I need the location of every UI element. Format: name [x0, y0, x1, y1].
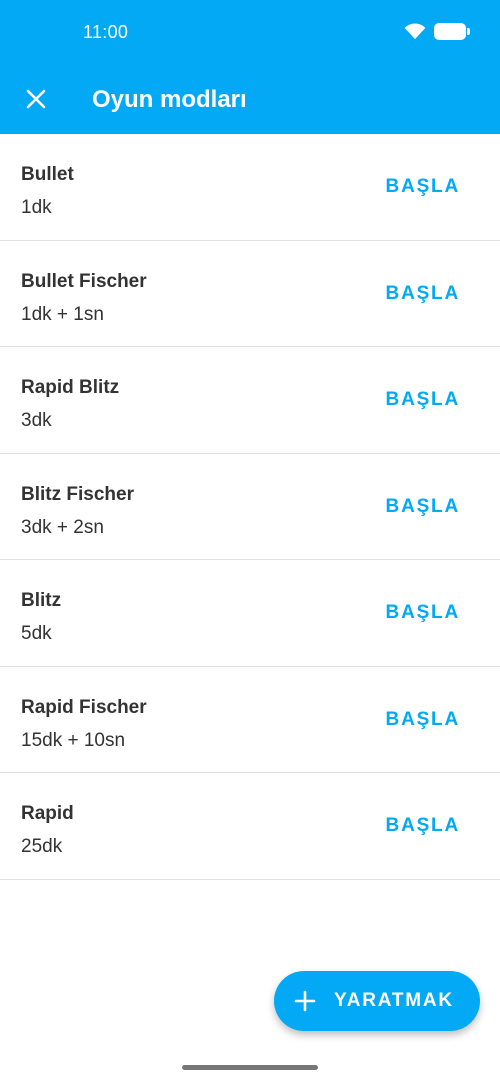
wifi-icon — [404, 23, 426, 40]
game-mode-row: Bullet Fischer 1dk + 1sn BAŞLA — [0, 241, 500, 347]
start-button[interactable]: BAŞLA — [386, 176, 460, 198]
create-button-label: YARATMAK — [334, 990, 454, 1011]
plus-icon — [294, 990, 316, 1012]
start-button[interactable]: BAŞLA — [386, 602, 460, 624]
page-title: Oyun modları — [92, 86, 247, 113]
status-icons — [404, 22, 470, 40]
start-button[interactable]: BAŞLA — [386, 496, 460, 518]
app-bar: 11:00 Oyun modları — [0, 0, 500, 134]
game-mode-row: Bullet 1dk BAŞLA — [0, 134, 500, 241]
game-mode-time: 15dk + 10sn — [21, 729, 126, 751]
game-mode-time: 1dk — [21, 197, 52, 218]
game-mode-row: Rapid Fischer 15dk + 10sn BAŞLA — [0, 667, 500, 773]
start-button[interactable]: BAŞLA — [386, 283, 460, 305]
game-mode-list: Bullet 1dk BAŞLA Bullet Fischer 1dk + 1s… — [0, 134, 500, 880]
game-mode-time: 5dk — [21, 623, 52, 644]
game-mode-time: 3dk + 2sn — [21, 516, 104, 538]
start-button[interactable]: BAŞLA — [386, 709, 460, 731]
status-time: 11:00 — [83, 22, 129, 42]
game-mode-name: Bullet — [21, 164, 74, 185]
game-mode-name: Blitz Fischer — [21, 483, 134, 505]
home-indicator[interactable] — [182, 1065, 318, 1070]
game-mode-row: Blitz Fischer 3dk + 2sn BAŞLA — [0, 454, 500, 560]
game-mode-name: Bullet Fischer — [21, 270, 147, 292]
game-mode-name: Rapid Blitz — [21, 377, 120, 398]
start-button[interactable]: BAŞLA — [386, 815, 460, 837]
game-mode-time: 3dk — [21, 410, 52, 431]
game-mode-name: Rapid Fischer — [21, 696, 147, 718]
create-button[interactable]: YARATMAK — [274, 971, 480, 1031]
game-mode-row: Rapid Blitz 3dk BAŞLA — [0, 347, 500, 454]
close-icon[interactable] — [22, 85, 50, 113]
game-mode-name: Rapid — [21, 803, 74, 824]
game-mode-time: 1dk + 1sn — [21, 303, 104, 325]
game-mode-row: Blitz 5dk BAŞLA — [0, 560, 500, 667]
start-button[interactable]: BAŞLA — [386, 389, 460, 411]
game-mode-name: Blitz — [21, 590, 62, 611]
game-mode-row: Rapid 25dk BAŞLA — [0, 773, 500, 880]
game-mode-time: 25dk — [21, 836, 63, 857]
battery-icon — [434, 22, 470, 40]
